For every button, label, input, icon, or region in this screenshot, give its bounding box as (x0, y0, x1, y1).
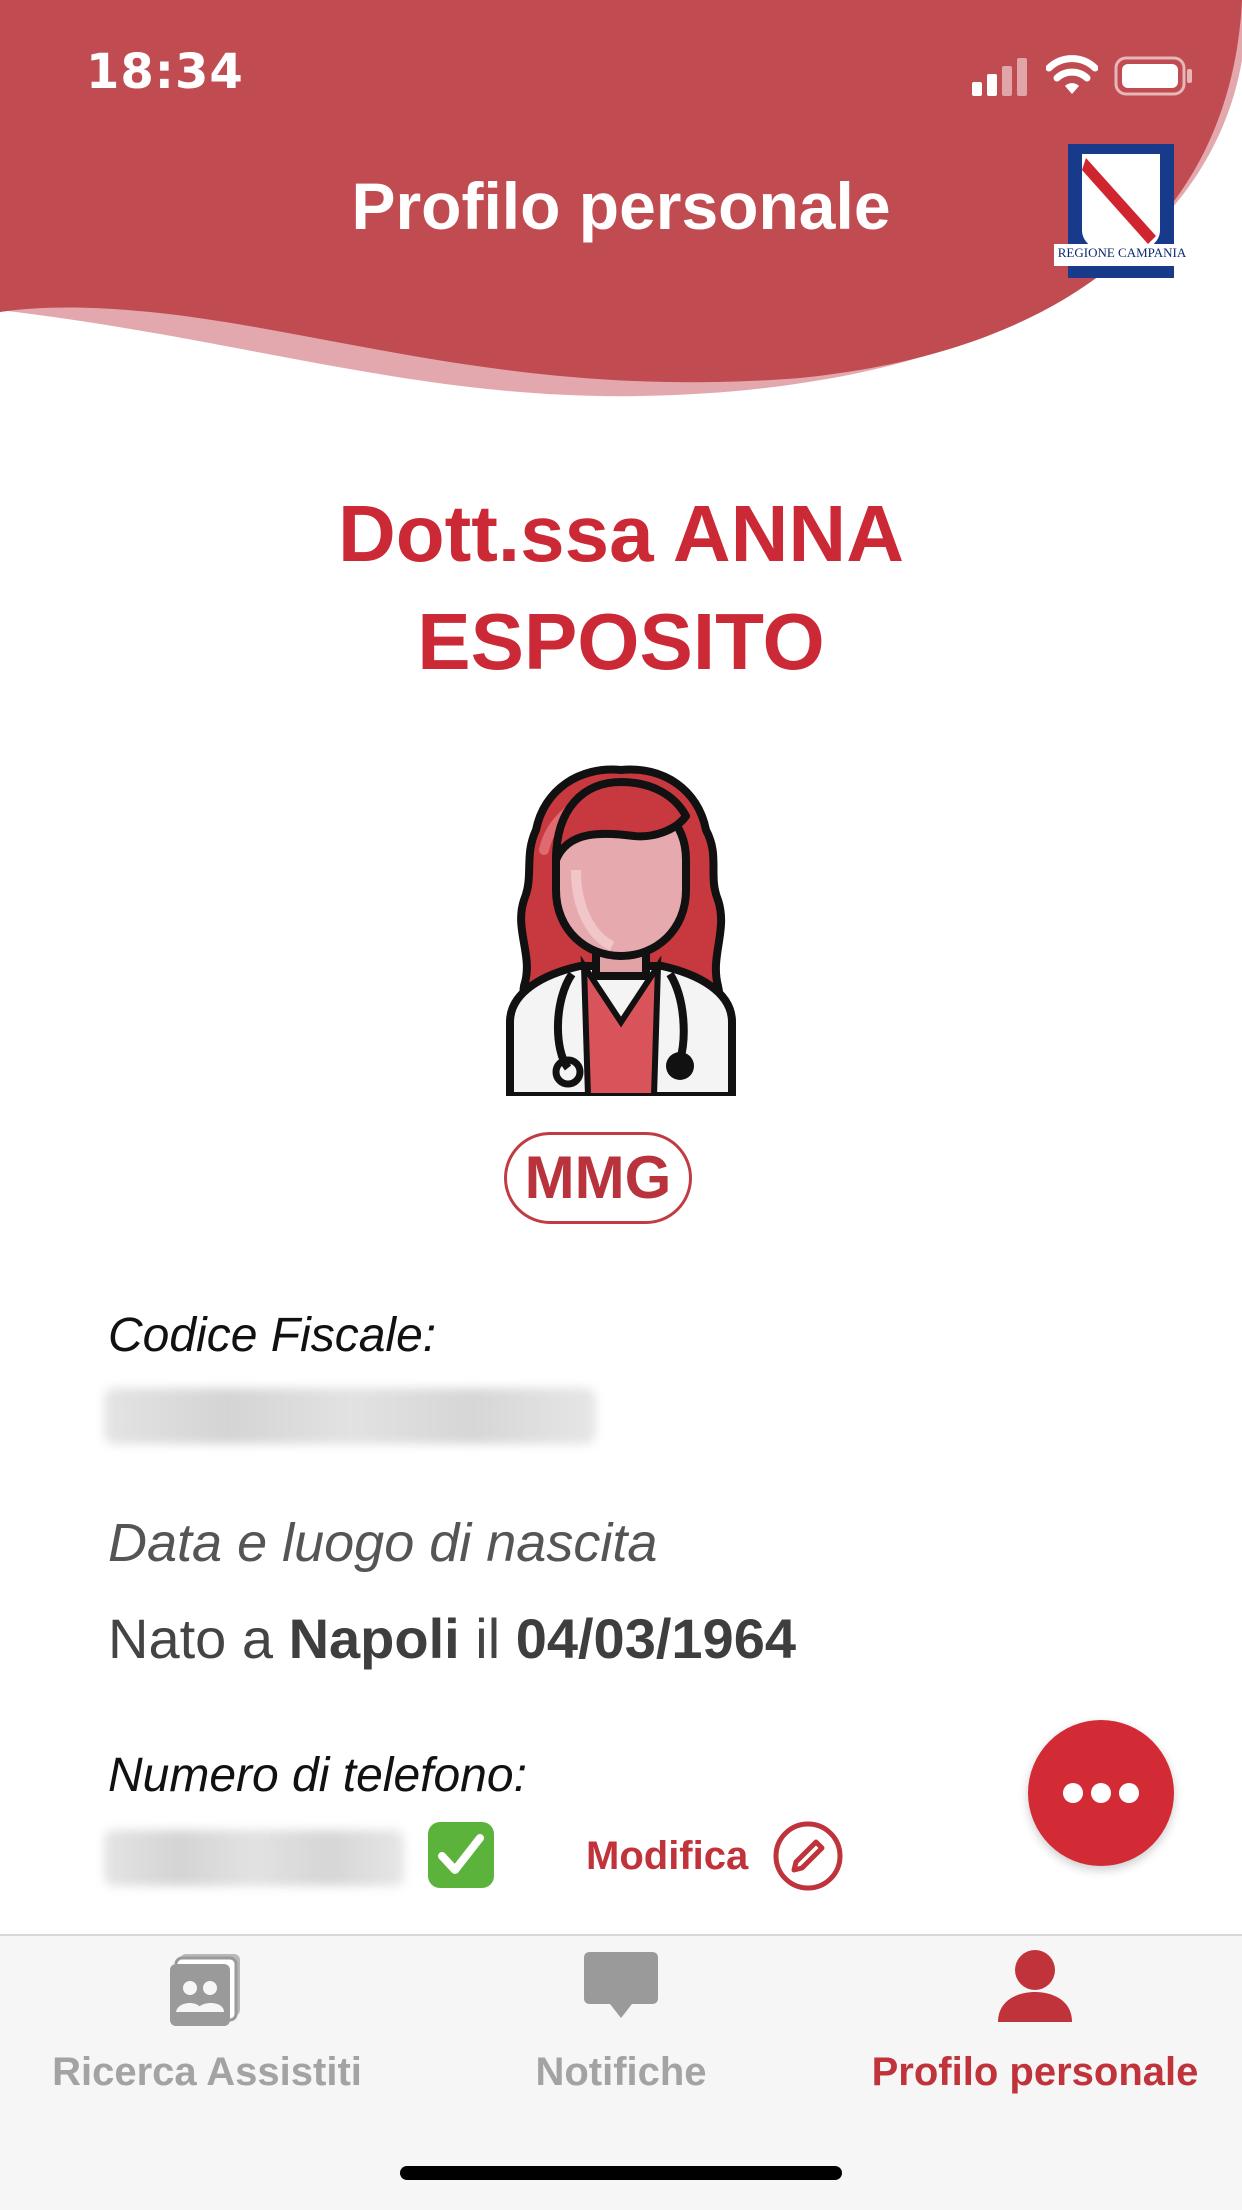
phone-value-redacted (104, 1830, 404, 1886)
birth-mid: il (475, 1607, 501, 1670)
pencil-circle-icon (773, 1821, 843, 1891)
edit-phone-button[interactable]: Modifica (586, 1820, 846, 1896)
home-indicator (400, 2166, 842, 2180)
tab-label: Ricerca Assistiti (52, 2050, 362, 2094)
wifi-icon (1046, 55, 1098, 94)
region-logo-label: REGIONE CAMPANIA (1057, 245, 1187, 260)
role-badge: MMG (504, 1132, 692, 1224)
tab-ricerca-assistiti[interactable]: Ricerca Assistiti (0, 1936, 414, 2116)
birth-label: Data e luogo di nascita (108, 1513, 658, 1573)
status-bar: 18:34 (0, 0, 1242, 150)
doctor-name-line2: ESPOSITO (417, 597, 825, 686)
check-mark-icon (428, 1822, 494, 1888)
birth-date: 04/03/1964 (515, 1607, 796, 1670)
doctor-avatar-icon (506, 765, 736, 1096)
tab-notifiche[interactable]: Notifiche (414, 1936, 828, 2116)
doctor-name: Dott.ssa ANNA ESPOSITO (0, 480, 1242, 696)
contacts-icon (170, 1954, 240, 2026)
tab-profilo-personale[interactable]: Profilo personale (828, 1936, 1242, 2116)
more-options-button[interactable] (1028, 1720, 1174, 1866)
doctor-name-line1: Dott.ssa ANNA (338, 489, 904, 578)
codice-fiscale-value-redacted (104, 1388, 596, 1444)
edit-label: Modifica (586, 1834, 749, 1878)
signal-icon (972, 58, 1027, 96)
birth-info: Nato a Napoli il 04/03/1964 (108, 1606, 796, 1671)
more-dots-icon (1063, 1783, 1139, 1803)
birth-prefix: Nato a (108, 1607, 273, 1670)
tab-label: Notifiche (535, 2050, 707, 2094)
phone-label: Numero di telefono: (108, 1749, 527, 1802)
codice-fiscale-label: Codice Fiscale: (108, 1309, 437, 1362)
person-icon (998, 1950, 1072, 2022)
battery-icon (1114, 56, 1192, 96)
status-time: 18:34 (86, 44, 244, 100)
birth-place: Napoli (288, 1607, 460, 1670)
tab-label: Profilo personale (871, 2050, 1199, 2094)
chat-bubble-icon (584, 1952, 658, 2018)
